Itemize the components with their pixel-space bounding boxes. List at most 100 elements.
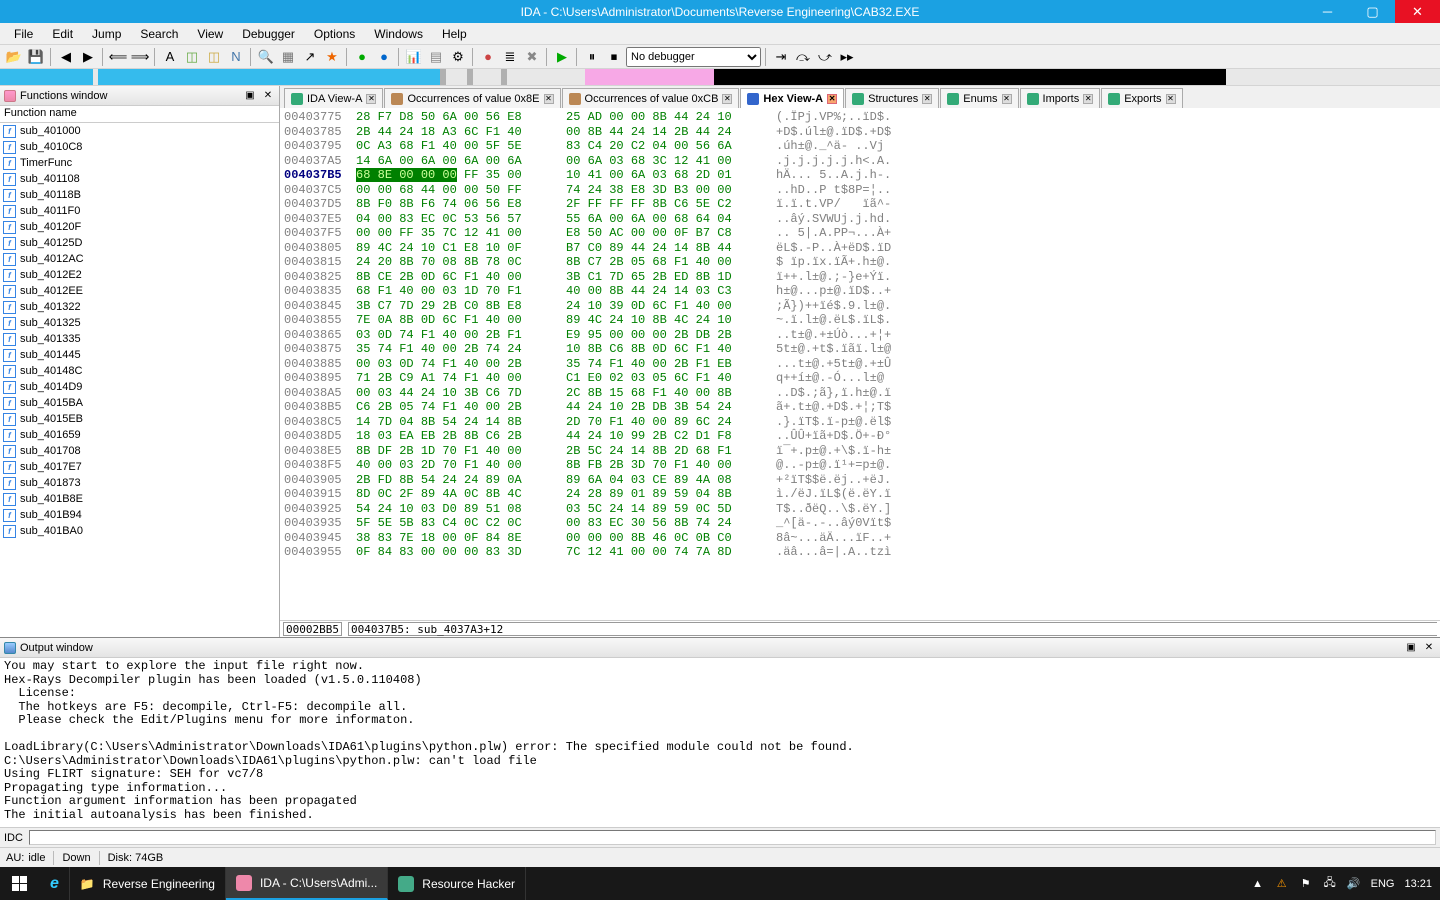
tray-flag-icon[interactable]: ⚑ <box>1299 877 1313 891</box>
tab-close-icon[interactable]: ✕ <box>1002 94 1012 104</box>
hex-row[interactable]: 00403855 7E 0A 8B 0D 6C F1 40 00 89 4C 2… <box>284 313 1436 328</box>
menu-edit[interactable]: Edit <box>43 26 82 42</box>
tray-time[interactable]: 13:21 <box>1404 878 1432 890</box>
hex-row[interactable]: 004038D5 18 03 EA EB 2B 8B C6 2B 44 24 1… <box>284 429 1436 444</box>
tab-close-icon[interactable]: ✕ <box>366 94 376 104</box>
function-row[interactable]: fsub_4017E7 <box>0 459 279 475</box>
function-row[interactable]: fsub_40118B <box>0 187 279 203</box>
function-row[interactable]: fsub_401000 <box>0 123 279 139</box>
tab-close-icon[interactable]: ✕ <box>1083 94 1093 104</box>
tab-occurrences-of-value-0x8e[interactable]: Occurrences of value 0x8E✕ <box>384 88 560 108</box>
breakpoint-icon[interactable]: ● <box>478 47 498 67</box>
bp-x-icon[interactable]: ✖ <box>522 47 542 67</box>
hex-view[interactable]: 00403775 28 F7 D8 50 6A 00 56 E8 25 AD 0… <box>280 108 1440 620</box>
db-icon[interactable]: ▦ <box>278 47 298 67</box>
nav-segment[interactable] <box>0 69 93 85</box>
hex-row[interactable]: 004038B5 C6 2B 05 74 F1 40 00 2B 44 24 1… <box>284 400 1436 415</box>
function-row[interactable]: fsub_401B94 <box>0 507 279 523</box>
hex-row[interactable]: 00403885 00 03 0D 74 F1 40 00 2B 35 74 F… <box>284 357 1436 372</box>
runto-icon[interactable]: ▸▸ <box>837 47 857 67</box>
function-row[interactable]: fsub_401325 <box>0 315 279 331</box>
idc-input[interactable] <box>29 830 1436 845</box>
hex-row[interactable]: 004037A5 14 6A 00 6A 00 6A 00 6A 00 6A 0… <box>284 154 1436 169</box>
restore-icon[interactable]: ▣ <box>243 89 257 103</box>
taskbar-item[interactable]: IDA - C:\Users\Admi... <box>226 867 388 900</box>
function-row[interactable]: fsub_401445 <box>0 347 279 363</box>
tab-structures[interactable]: Structures✕ <box>845 88 939 108</box>
hex-row[interactable]: 004038C5 14 7D 04 8B 54 24 14 8B 2D 70 F… <box>284 415 1436 430</box>
output-text[interactable]: You may start to explore the input file … <box>0 658 1440 827</box>
taskbar-item[interactable]: 📁Reverse Engineering <box>70 867 226 900</box>
stepout-icon[interactable]: ⤻ <box>815 47 835 67</box>
hex-row[interactable]: 00403925 54 24 10 03 D0 89 51 08 03 5C 2… <box>284 502 1436 517</box>
hex-row[interactable]: 004037E5 04 00 83 EC 0C 53 56 57 55 6A 0… <box>284 212 1436 227</box>
output-close-icon[interactable]: ✕ <box>1422 641 1436 655</box>
tab-occurrences-of-value-0xcb[interactable]: Occurrences of value 0xCB✕ <box>562 88 740 108</box>
nav-segment[interactable] <box>714 69 1227 85</box>
hex-row[interactable]: 00403815 24 20 8B 70 08 8B 78 0C 8B C7 2… <box>284 255 1436 270</box>
name-icon[interactable]: N <box>226 47 246 67</box>
nav-segment[interactable] <box>446 69 467 85</box>
hex-row[interactable]: 00403835 68 F1 40 00 03 1D 70 F1 40 00 8… <box>284 284 1436 299</box>
nav-far-back-icon[interactable]: ⟸ <box>108 47 128 67</box>
tray-volume-icon[interactable]: 🔊 <box>1347 877 1361 891</box>
tab-close-icon[interactable]: ✕ <box>922 94 932 104</box>
function-row[interactable]: fTimerFunc <box>0 155 279 171</box>
function-row[interactable]: fsub_4012E2 <box>0 267 279 283</box>
nav-segment[interactable] <box>585 69 713 85</box>
function-row[interactable]: fsub_401B8E <box>0 491 279 507</box>
function-row[interactable]: fsub_401BA0 <box>0 523 279 539</box>
tray-lang[interactable]: ENG <box>1371 878 1395 890</box>
function-row[interactable]: fsub_4010C8 <box>0 139 279 155</box>
data-icon[interactable]: ◫ <box>204 47 224 67</box>
tab-close-icon[interactable]: ✕ <box>722 94 732 104</box>
function-row[interactable]: fsub_40125D <box>0 235 279 251</box>
hex-row[interactable]: 00403955 0F 84 83 00 00 00 83 3D 7C 12 4… <box>284 545 1436 560</box>
hex-row[interactable]: 00403805 89 4C 24 10 C1 E8 10 0F B7 C0 8… <box>284 241 1436 256</box>
function-row[interactable]: fsub_4015EB <box>0 411 279 427</box>
function-row[interactable]: fsub_4012EE <box>0 283 279 299</box>
stop-icon[interactable]: ⏹ <box>604 47 624 67</box>
pause-icon[interactable]: ⏸ <box>582 47 602 67</box>
hex-row[interactable]: 00403875 35 74 F1 40 00 2B 74 24 10 8B C… <box>284 342 1436 357</box>
menu-view[interactable]: View <box>188 26 232 42</box>
hex-row[interactable]: 004037C5 00 00 68 44 00 00 50 FF 74 24 3… <box>284 183 1436 198</box>
section-icon[interactable]: ★ <box>322 47 342 67</box>
navigation-band[interactable] <box>0 69 1440 86</box>
hex-row[interactable]: 004037F5 00 00 FF 35 7C 12 41 00 E8 50 A… <box>284 226 1436 241</box>
hex-row[interactable]: 00403935 5F 5E 5B 83 C4 0C C2 0C 00 83 E… <box>284 516 1436 531</box>
nav-fwd-icon[interactable]: ▶ <box>78 47 98 67</box>
bp-list-icon[interactable]: ≣ <box>500 47 520 67</box>
menu-search[interactable]: Search <box>131 26 187 42</box>
chart-icon[interactable]: 📊 <box>404 47 424 67</box>
function-row[interactable]: fsub_401335 <box>0 331 279 347</box>
stop-circle-icon[interactable]: ● <box>374 47 394 67</box>
hex-row[interactable]: 004038A5 00 03 44 24 10 3B C6 7D 2C 8B 1… <box>284 386 1436 401</box>
hex-row[interactable]: 00403915 8D 0C 2F 89 4A 0C 8B 4C 24 28 8… <box>284 487 1436 502</box>
tab-ida-view-a[interactable]: IDA View-A✕ <box>284 88 383 108</box>
list-icon[interactable]: ▤ <box>426 47 446 67</box>
function-row[interactable]: fsub_401873 <box>0 475 279 491</box>
search-icon[interactable]: 🔍 <box>256 47 276 67</box>
hex-row[interactable]: 00403895 71 2B C9 A1 74 F1 40 00 C1 E0 0… <box>284 371 1436 386</box>
tab-enums[interactable]: Enums✕ <box>940 88 1018 108</box>
hex-row[interactable]: 00403945 38 83 7E 18 00 0F 84 8E 00 00 0… <box>284 531 1436 546</box>
nav-segment[interactable] <box>507 69 585 85</box>
functions-col-header[interactable]: Function name <box>0 106 279 123</box>
xref-icon[interactable]: ↗ <box>300 47 320 67</box>
start-button[interactable] <box>0 867 40 900</box>
function-row[interactable]: fsub_4012AC <box>0 251 279 267</box>
run-icon[interactable]: ▶ <box>552 47 572 67</box>
nav-segment[interactable] <box>1226 69 1440 85</box>
hex-row[interactable]: 004038F5 40 00 03 2D 70 F1 40 00 8B FB 2… <box>284 458 1436 473</box>
tab-close-icon[interactable]: ✕ <box>1166 94 1176 104</box>
maximize-button[interactable]: ▢ <box>1350 0 1395 23</box>
function-row[interactable]: fsub_4011F0 <box>0 203 279 219</box>
nav-back-icon[interactable]: ◀ <box>56 47 76 67</box>
nav-segment[interactable] <box>98 69 440 85</box>
functions-list[interactable]: fsub_401000fsub_4010C8fTimerFunc fsub_401… <box>0 123 279 637</box>
hex-row[interactable]: 00403845 3B C7 7D 29 2B C0 8B E8 24 10 3… <box>284 299 1436 314</box>
hex-row[interactable]: 00403825 8B CE 2B 0D 6C F1 40 00 3B C1 7… <box>284 270 1436 285</box>
hex-row[interactable]: 004037D5 8B F0 8B F6 74 06 56 E8 2F FF F… <box>284 197 1436 212</box>
minimize-button[interactable]: ─ <box>1305 0 1350 23</box>
